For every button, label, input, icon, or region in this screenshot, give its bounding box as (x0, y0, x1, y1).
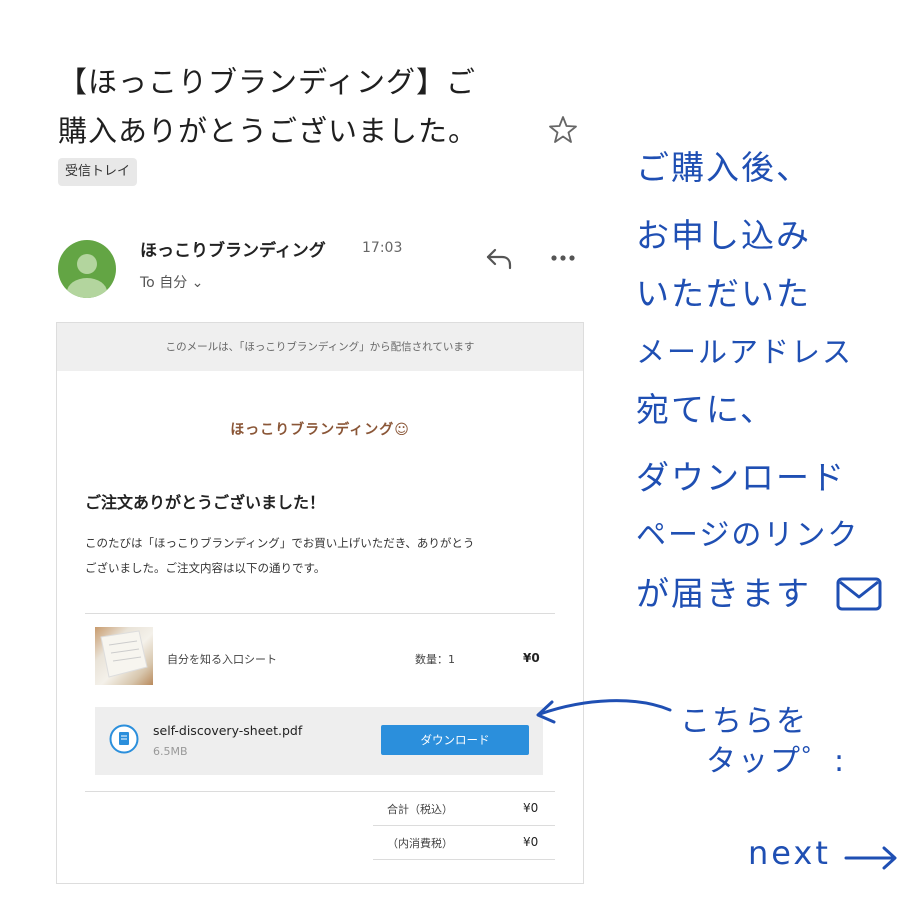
file-icon (109, 724, 139, 754)
reply-icon[interactable] (484, 244, 514, 272)
tax-label: （内消費税） (387, 837, 453, 850)
divider (85, 613, 555, 614)
pointer-arrow-icon (536, 699, 672, 724)
tap-note-line-2: タップ゜: (706, 744, 847, 779)
product-name: 自分を知る入口シート (167, 653, 277, 666)
file-size: 6.5MB (153, 745, 188, 758)
more-horizontal-icon[interactable] (548, 248, 578, 268)
shop-logo: ほっこりブランディング☺ (230, 422, 410, 438)
divider (373, 859, 555, 860)
intro-line-1: このたびは「ほっこりブランディング」でお買い上げいただき、ありがとう (85, 536, 475, 550)
divider (373, 825, 555, 826)
total-value: ¥0 (523, 801, 539, 815)
email-body-card: このメールは、「ほっこりブランディング」から配信されています ほっこりブランディ… (56, 322, 584, 884)
note-line: お申し込み (636, 216, 811, 255)
file-name: self-discovery-sheet.pdf (153, 723, 303, 738)
inbox-label-badge[interactable]: 受信トレイ (58, 158, 138, 186)
product-price: ¥0 (523, 651, 540, 665)
download-button[interactable]: ダウンロード (381, 725, 529, 755)
tax-value: ¥0 (523, 835, 539, 849)
received-time: 17:03 (362, 240, 403, 256)
envelope-icon (836, 576, 882, 612)
download-box: self-discovery-sheet.pdf 6.5MB ダウンロード (95, 707, 543, 775)
note-line: ページのリンク (636, 518, 860, 553)
tap-note-line-1: こちらを (680, 704, 808, 739)
subject-line-2: 購入ありがとうございました。 (58, 114, 479, 148)
recipient-details-toggle[interactable]: To 自分 ⌄ (140, 272, 203, 292)
handwritten-note: ご購入後、 お申し込み いただいた メールアドレス 宛てに、 ダウンロード ペー… (636, 148, 906, 618)
divider (85, 791, 555, 792)
intro-text: このたびは「ほっこりブランディング」でお買い上げいただき、ありがとう ございまし… (85, 531, 555, 581)
thanks-heading: ご注文ありがとうございました！ (85, 493, 326, 512)
note-line: いただいた (636, 274, 811, 313)
note-line: ご購入後、 (636, 148, 811, 187)
note-line: メールアドレス (636, 335, 854, 369)
product-quantity: 数量：1 (415, 653, 455, 666)
note-line: 宛てに、 (636, 390, 776, 429)
intro-line-2: ございました。ご注文内容は以下の通りです。 (85, 561, 326, 575)
email-subject: 【ほっこりブランディング】ご 購入ありがとうございました。 (58, 58, 528, 156)
product-thumbnail (95, 627, 153, 685)
note-line: ダウンロード (636, 458, 846, 497)
star-icon[interactable] (545, 112, 581, 148)
total-label: 合計（税込） (387, 803, 453, 816)
person-avatar-icon (58, 240, 116, 298)
sender-name: ほっこりブランディング (140, 241, 326, 261)
subject-line-1: 【ほっこりブランディング】ご (58, 65, 476, 99)
next-link[interactable]: next (748, 834, 831, 872)
notice-bar: このメールは、「ほっこりブランディング」から配信されています (57, 323, 583, 371)
note-line: が届きます (636, 574, 811, 613)
right-arrow-icon[interactable] (844, 842, 900, 872)
